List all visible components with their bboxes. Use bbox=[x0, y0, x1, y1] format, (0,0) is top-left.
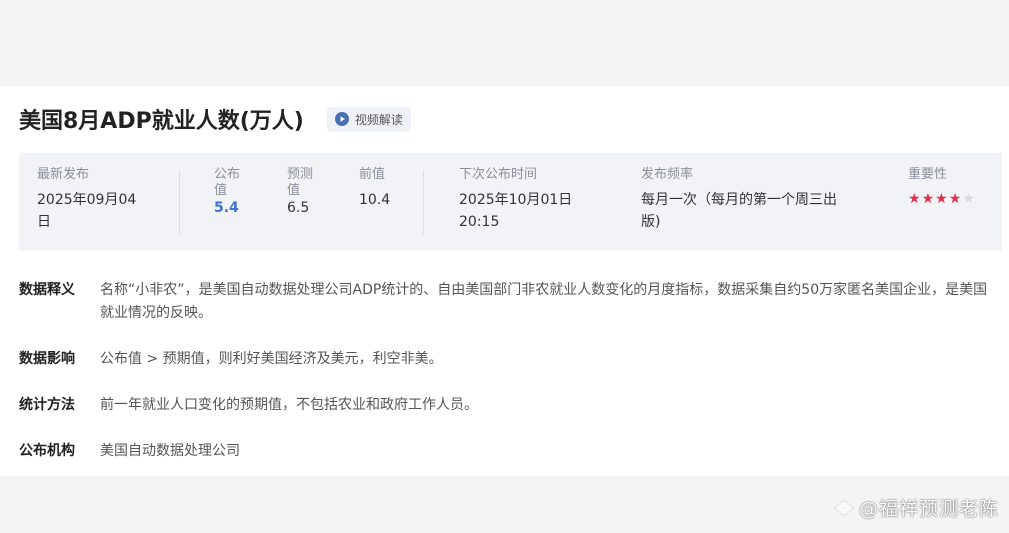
star-empty-icon: ★ bbox=[962, 191, 976, 207]
stats-panel: 最新发布 2025年09月04 日 公布 值 5.4 预测 值 6.5 前值 1… bbox=[19, 153, 1002, 251]
previous-value: 10.4 bbox=[359, 192, 391, 208]
star-filled-icon: ★ bbox=[908, 191, 922, 207]
forecast-label: 预测 值 bbox=[287, 167, 314, 198]
info-row-publisher: 公布机构 美国自动数据处理公司 bbox=[19, 440, 994, 463]
watermark-text: @福祥预测老陈 bbox=[858, 498, 999, 520]
stat-forecast: 预测 值 6.5 bbox=[287, 167, 313, 219]
star-filled-icon: ★ bbox=[935, 191, 949, 207]
indicator-detail-card: 美国8月ADP就业人数(万人) 视频解读 最新发布 2025年09月04 日 公… bbox=[0, 86, 1009, 476]
info-key: 数据释义 bbox=[19, 282, 75, 298]
diamond-logo-icon bbox=[832, 498, 855, 517]
stat-previous: 前值 10.4 bbox=[359, 167, 390, 211]
divider bbox=[179, 170, 180, 234]
info-value: 美国自动数据处理公司 bbox=[100, 443, 240, 459]
info-value: 公布值 > 预期值，则利好美国经济及美元，利空非美。 bbox=[100, 351, 443, 367]
play-circle-icon bbox=[334, 112, 349, 126]
next-release-value: 2025年10月01日 20:15 bbox=[459, 192, 573, 230]
next-release-label: 下次公布时间 bbox=[459, 167, 538, 182]
video-button-label: 视频解读 bbox=[354, 112, 403, 127]
importance-stars: ★★★★★ bbox=[908, 191, 976, 207]
stat-next-release: 下次公布时间 2025年10月01日 20:15 bbox=[459, 167, 572, 233]
page-title: 美国8月ADP就业人数(万人) bbox=[19, 109, 304, 134]
frequency-label: 发布频率 bbox=[641, 167, 694, 182]
previous-label: 前值 bbox=[359, 167, 386, 182]
info-row-impact: 数据影响 公布值 > 预期值，则利好美国经济及美元，利空非美。 bbox=[19, 348, 994, 371]
stat-latest-release: 最新发布 2025年09月04 日 bbox=[37, 167, 136, 233]
info-row-method: 统计方法 前一年就业人口变化的预期值，不包括农业和政府工作人员。 bbox=[19, 394, 994, 417]
info-key: 数据影响 bbox=[19, 351, 75, 367]
title-row: 美国8月ADP就业人数(万人) 视频解读 bbox=[19, 103, 411, 135]
stat-importance: 重要性 ★★★★★ bbox=[908, 167, 976, 207]
importance-label: 重要性 bbox=[908, 167, 948, 182]
star-filled-icon: ★ bbox=[948, 191, 963, 207]
latest-release-value: 2025年09月04 日 bbox=[37, 192, 137, 230]
info-key: 公布机构 bbox=[19, 443, 75, 459]
stat-actual: 公布 值 5.4 bbox=[214, 167, 240, 219]
actual-value: 5.4 bbox=[214, 200, 239, 216]
frequency-value: 每月一次（每月的第一个周三出 版) bbox=[641, 192, 837, 230]
forecast-value: 6.5 bbox=[287, 200, 310, 216]
info-row-definition: 数据释义 名称“小非农”，是美国自动数据处理公司ADP统计的、自由美国部门非农就… bbox=[19, 279, 994, 325]
info-value: 名称“小非农”，是美国自动数据处理公司ADP统计的、自由美国部门非农就业人数变化… bbox=[100, 282, 988, 321]
info-key: 统计方法 bbox=[19, 397, 75, 413]
video-interpretation-button[interactable]: 视频解读 bbox=[326, 106, 411, 132]
actual-label: 公布 值 bbox=[214, 167, 241, 198]
star-filled-icon: ★ bbox=[921, 191, 936, 207]
stat-frequency: 发布频率 每月一次（每月的第一个周三出 版) bbox=[641, 167, 837, 233]
info-value: 前一年就业人口变化的预期值，不包括农业和政府工作人员。 bbox=[100, 397, 478, 413]
latest-release-label: 最新发布 bbox=[37, 167, 90, 182]
watermark: @福祥预测老陈 bbox=[832, 494, 999, 521]
divider bbox=[423, 170, 424, 234]
